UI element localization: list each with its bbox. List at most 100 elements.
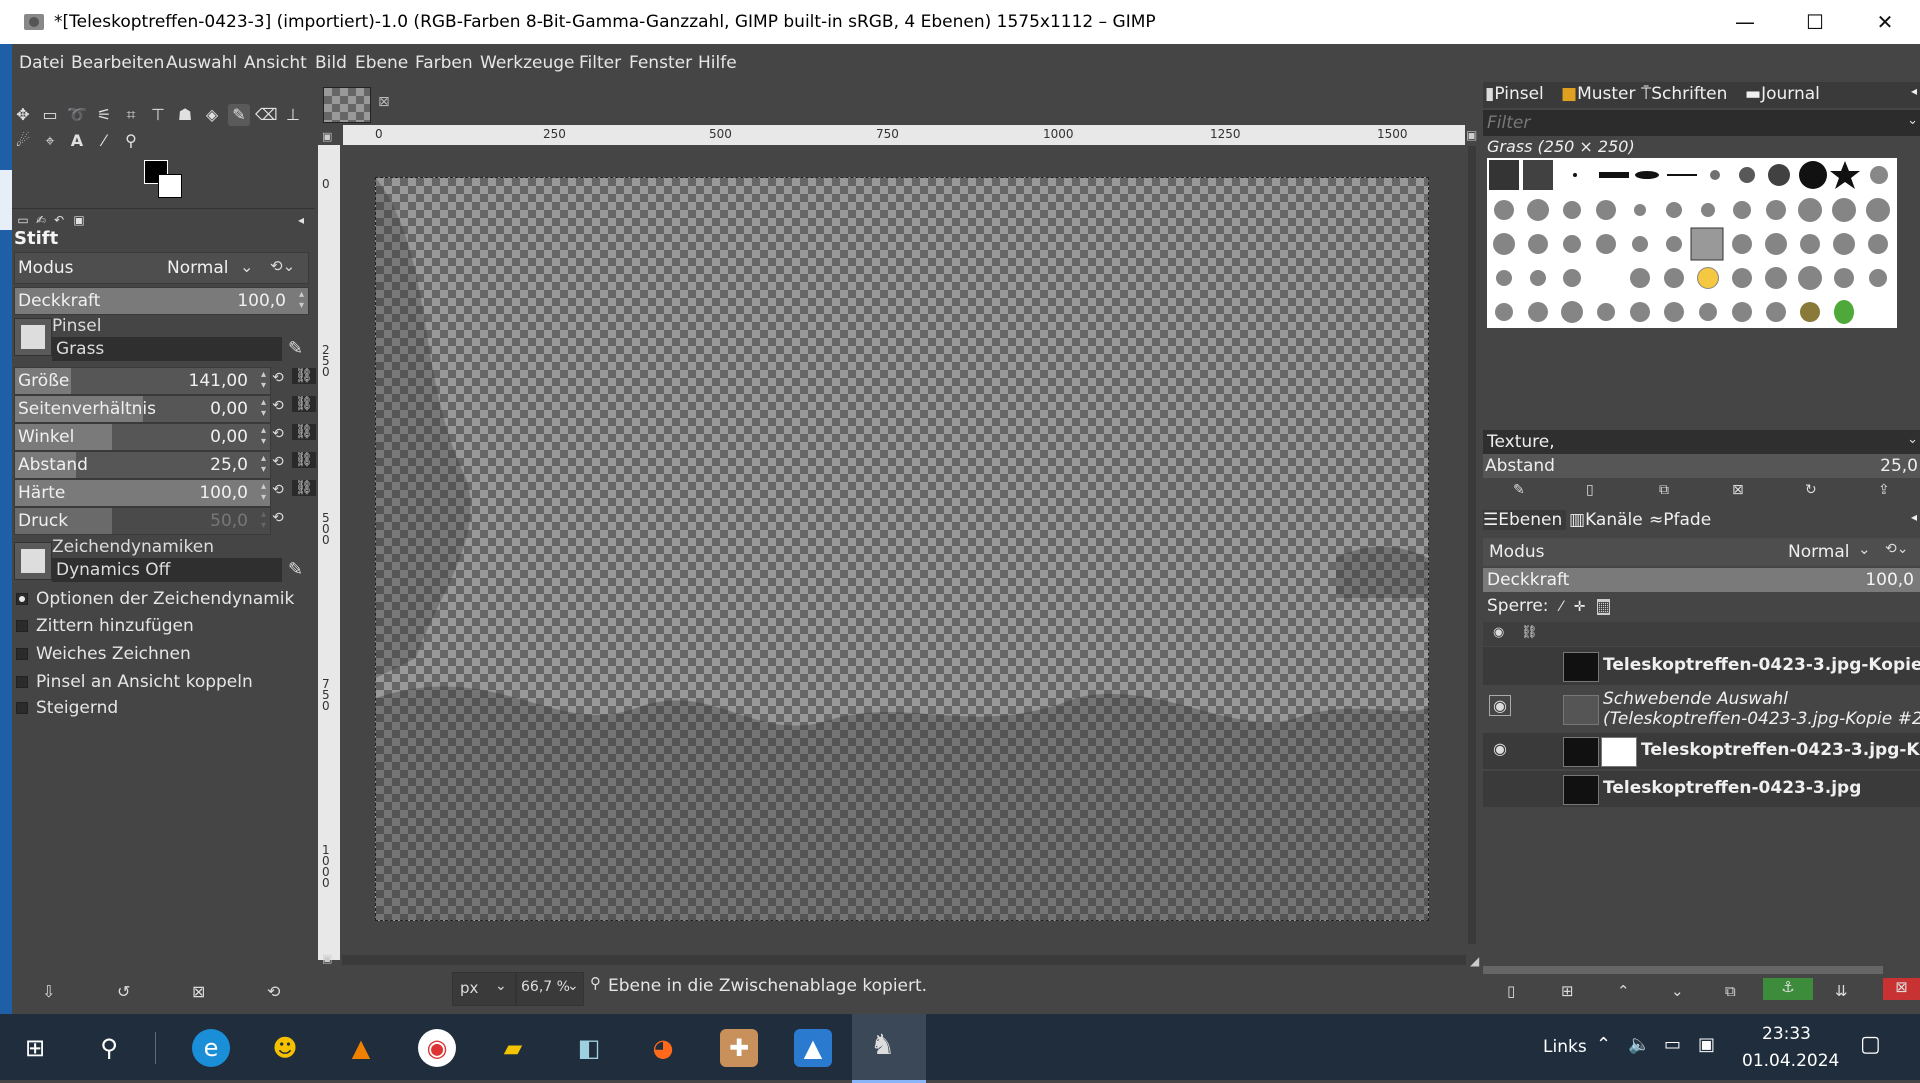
filter-dropdown-icon[interactable]: ⌄ xyxy=(1907,113,1918,128)
menu-auswahl[interactable]: Auswahl xyxy=(166,53,237,73)
volume-icon[interactable]: 🔈 xyxy=(1628,1034,1650,1055)
scroll-corner-icon[interactable]: ◢ xyxy=(1470,954,1479,968)
spacing-reset-icon[interactable]: ⟲ xyxy=(272,454,284,470)
size-link-icon[interactable]: ⛓ xyxy=(292,368,316,384)
hardness-slider[interactable]: Härte 100,0 ▴ ▾ xyxy=(14,479,271,507)
gimp-taskbar-button[interactable]: ♞ xyxy=(852,1014,926,1083)
tab-brushes[interactable]: ▮Pinsel xyxy=(1485,84,1544,104)
pressure-spin-icon[interactable]: ▴ ▾ xyxy=(261,509,266,531)
start-windows-icon[interactable]: ⊞ xyxy=(16,1029,54,1067)
transform-tool-icon[interactable]: ⊤ xyxy=(147,104,169,126)
layer-opacity-slider[interactable]: Deckkraft 100,0 xyxy=(1483,568,1920,592)
file-explorer-icon[interactable]: ▰ xyxy=(494,1029,532,1067)
spacing-slider[interactable]: Abstand 25,0 ▴ ▾ xyxy=(14,451,271,479)
mode-select[interactable]: Normal xyxy=(167,258,229,278)
angle-reset-icon[interactable]: ⟲ xyxy=(272,426,284,442)
clone-tool-icon[interactable]: ⊥ xyxy=(282,104,304,126)
brush-filter-input[interactable]: Filter ⌄ xyxy=(1483,110,1920,136)
aspect-spin-icon[interactable]: ▴ ▾ xyxy=(261,397,266,419)
mode-dropdown-icon[interactable]: ⌄ xyxy=(240,257,253,276)
menu-hilfe[interactable]: Hilfe xyxy=(698,53,737,73)
brush-edit-icon[interactable]: ✎ xyxy=(288,338,303,359)
lock-alpha-icon[interactable]: ▦ xyxy=(1596,599,1611,615)
checkbox-lock-brush-to-view[interactable]: Pinsel an Ansicht koppeln xyxy=(16,672,253,692)
quick-mask-corner-icon[interactable]: ▣ xyxy=(322,130,332,143)
brush-thumbnails[interactable] xyxy=(1487,158,1897,328)
duplicate-layer-icon[interactable]: ⧉ xyxy=(1725,982,1736,1000)
archive-app-icon[interactable]: ✚ xyxy=(720,1029,758,1067)
size-reset-icon[interactable]: ⟲ xyxy=(272,370,284,386)
new-layer-icon[interactable]: ▯ xyxy=(1507,982,1515,1000)
eraser-tool-icon[interactable]: ⌫ xyxy=(255,104,278,126)
tab-fonts[interactable]: ⍑Schriften xyxy=(1641,84,1727,104)
dock-menu-icon[interactable]: ◂ xyxy=(290,209,312,231)
merge-layer-icon[interactable]: ⇊ xyxy=(1835,982,1848,1000)
layer-opacity-value[interactable]: 100,0 xyxy=(1865,570,1914,590)
checkbox-icon[interactable] xyxy=(16,593,28,605)
brush-preview[interactable] xyxy=(14,318,52,356)
zoom-select[interactable]: 66,7 % ⌄ xyxy=(516,972,584,1006)
battery-icon[interactable]: ▭ xyxy=(1664,1034,1681,1055)
tab-channels[interactable]: ▥Kanäle xyxy=(1569,510,1643,530)
layer-item[interactable]: Teleskoptreffen-0423-3.jpg xyxy=(1483,771,1920,807)
mask-app-icon[interactable]: ☻ xyxy=(266,1029,304,1067)
smudge-tool-icon[interactable]: ☄ xyxy=(12,130,34,152)
spacing-value[interactable]: 25,0 xyxy=(210,455,248,475)
menu-ansicht[interactable]: Ansicht xyxy=(244,53,307,73)
aspect-slider[interactable]: Seitenverhältnis 0,00 ▴ ▾ xyxy=(14,395,271,423)
tab-patterns[interactable]: ■Muster xyxy=(1561,84,1635,104)
raise-layer-icon[interactable]: ⌃ xyxy=(1617,982,1630,1000)
checkbox-jitter[interactable]: Zittern hinzufügen xyxy=(16,616,194,636)
crop-tool-icon[interactable]: ⌗ xyxy=(120,104,142,126)
checkbox-icon[interactable] xyxy=(16,620,28,632)
dynamics-field[interactable]: Dynamics Off xyxy=(52,558,282,582)
quick-mask-toggle-icon[interactable]: ▣ xyxy=(322,952,332,965)
checkbox-icon[interactable] xyxy=(16,676,28,688)
vertical-scrollbar[interactable] xyxy=(1468,146,1476,944)
clock-date[interactable]: 01.04.2024 xyxy=(1742,1051,1839,1071)
brush-spacing-value[interactable]: 25,0 xyxy=(1880,456,1918,476)
angle-slider[interactable]: Winkel 0,00 ▴ ▾ xyxy=(14,423,271,451)
dynamics-edit-icon[interactable]: ✎ xyxy=(288,559,303,580)
brushes-dock-menu-icon[interactable]: ◂ xyxy=(1911,84,1917,98)
move-tool-icon[interactable]: ✥ xyxy=(12,104,34,126)
open-brush-as-image-icon[interactable]: ⇪ xyxy=(1878,482,1890,498)
size-spin-icon[interactable]: ▴ ▾ xyxy=(261,369,266,391)
delete-options-icon[interactable]: ⊠ xyxy=(192,982,205,1001)
firefox-icon[interactable]: ◕ xyxy=(644,1029,682,1067)
zoom-tool-icon[interactable]: ⚲ xyxy=(120,130,142,152)
image-tab-close-icon[interactable]: ⊠ xyxy=(378,94,390,110)
tag-dropdown-icon[interactable]: ⌄ xyxy=(1907,432,1918,447)
menu-fenster[interactable]: Fenster xyxy=(629,53,692,73)
mode-reset-icon[interactable]: ⟲⌄ xyxy=(270,257,295,275)
vlc-icon[interactable]: ▲ xyxy=(342,1029,380,1067)
angle-spin-icon[interactable]: ▴ ▾ xyxy=(261,425,266,447)
menu-bild[interactable]: Bild xyxy=(315,53,347,73)
layer-mode-dropdown-icon[interactable]: ⌄ xyxy=(1858,540,1871,558)
opacity-spin-icon[interactable]: ▴ ▾ xyxy=(299,289,304,311)
edge-browser-icon[interactable]: e xyxy=(192,1029,230,1067)
horizontal-scrollbar[interactable] xyxy=(342,955,1466,965)
dynamics-preview[interactable] xyxy=(14,542,52,580)
pressure-slider[interactable]: Druck 50,0 ▴ ▾ xyxy=(14,507,271,535)
brush-grid[interactable] xyxy=(1487,158,1897,328)
lasso-tool-icon[interactable]: ➰ xyxy=(66,104,88,126)
aspect-value[interactable]: 0,00 xyxy=(210,399,248,419)
paths-tool-icon[interactable]: ⌖ xyxy=(39,130,61,152)
checkbox-dynamics-options[interactable]: Optionen der Zeichendynamik xyxy=(16,589,294,609)
restore-options-icon[interactable]: ↺ xyxy=(117,982,130,1001)
rect-select-tool-icon[interactable]: ▭ xyxy=(39,104,61,126)
layer-item[interactable]: ◉ Teleskoptreffen-0423-3.jpg-Ko xyxy=(1483,733,1920,769)
reset-options-icon[interactable]: ⟲ xyxy=(267,982,280,1001)
new-layer-group-icon[interactable]: ⊞ xyxy=(1561,982,1574,1000)
tab-layers[interactable]: ☰Ebenen xyxy=(1483,510,1567,530)
chrome-icon[interactable]: ◉ xyxy=(418,1029,456,1067)
aspect-link-icon[interactable]: ⛓ xyxy=(292,396,316,412)
lock-position-icon[interactable]: ✛ xyxy=(1574,599,1586,615)
bucket-fill-tool-icon[interactable]: ◈ xyxy=(201,104,223,126)
menu-bearbeiten[interactable]: Bearbeiten xyxy=(71,53,164,73)
hardness-value[interactable]: 100,0 xyxy=(199,483,248,503)
edit-brush-icon[interactable]: ✎ xyxy=(1513,482,1525,498)
checkbox-icon[interactable] xyxy=(16,702,28,714)
duplicate-brush-icon[interactable]: ⧉ xyxy=(1659,482,1669,498)
